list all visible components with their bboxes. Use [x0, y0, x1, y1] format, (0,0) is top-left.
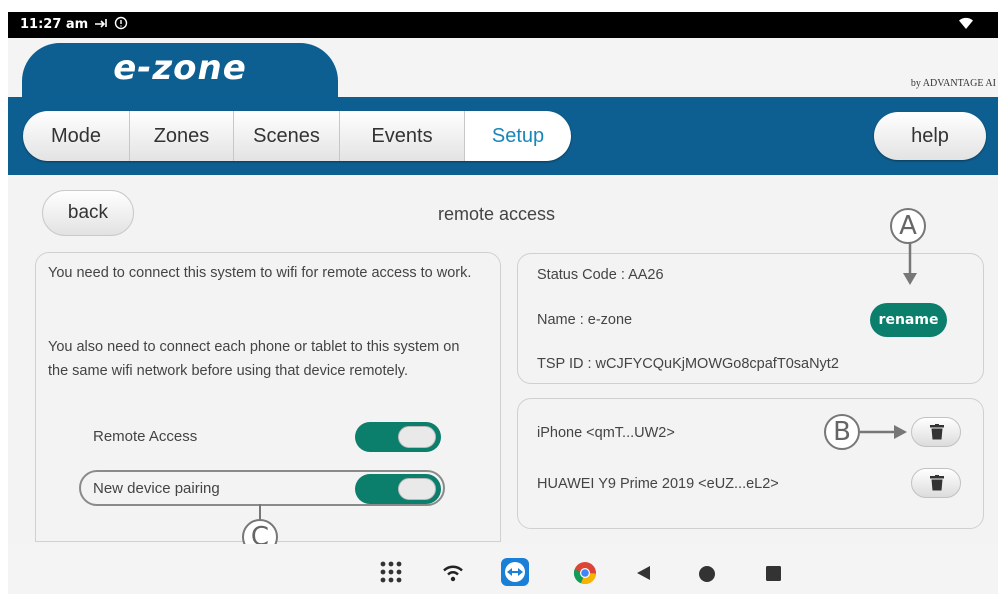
rename-button[interactable]: rename	[870, 303, 947, 337]
arrow-down-icon	[903, 243, 917, 285]
nav-home-icon[interactable]	[698, 565, 716, 588]
paired-devices-panel	[517, 398, 984, 529]
wifi-full-icon	[958, 16, 974, 33]
page-title: remote access	[438, 204, 556, 224]
delete-device-button[interactable]	[911, 468, 961, 498]
app-logo: e-zone	[113, 48, 247, 88]
toggle-knob	[398, 478, 436, 500]
nav-recents-icon[interactable]	[766, 566, 781, 586]
main-tabs: Mode Zones Scenes Events Setup	[23, 111, 571, 161]
device-name-iphone: iPhone <qmT...UW2>	[537, 425, 675, 441]
wifi-instruction-text: You need to connect this system to wifi …	[48, 265, 472, 281]
teamviewer-icon[interactable]	[501, 558, 529, 591]
remote-access-label: Remote Access	[93, 428, 198, 445]
system-name-text: Name : e-zone	[537, 312, 633, 328]
toggle-knob	[398, 426, 436, 448]
tab-mode[interactable]: Mode	[23, 111, 130, 161]
help-button[interactable]: help	[874, 112, 986, 160]
tsp-id-text: TSP ID : wCJFYCQuKjMOWGo8cpafT0saNyt2	[537, 356, 839, 372]
tab-setup[interactable]: Setup	[465, 111, 571, 161]
callout-a: A	[890, 208, 926, 244]
delete-device-button[interactable]	[911, 417, 961, 447]
status-time: 11:27 am	[20, 17, 89, 32]
signal-arrows-icon	[94, 16, 110, 33]
trash-icon	[930, 424, 944, 440]
alert-circle-icon	[114, 16, 128, 33]
device-name-huawei: HUAWEI Y9 Prime 2019 <eUZ...eL2>	[537, 476, 779, 492]
wifi-icon[interactable]	[442, 564, 464, 587]
remote-access-toggle[interactable]	[355, 422, 441, 452]
chrome-icon[interactable]	[573, 561, 597, 590]
status-code-text: Status Code : AA26	[537, 267, 664, 283]
trash-icon	[930, 475, 944, 491]
nav-back-icon[interactable]	[636, 565, 652, 586]
brand-label: by ADVANTAGE AI	[910, 78, 996, 89]
new-device-pairing-toggle[interactable]	[355, 474, 441, 504]
back-button[interactable]: back	[42, 190, 134, 236]
tab-scenes[interactable]: Scenes	[234, 111, 340, 161]
arrow-right-icon	[860, 425, 907, 439]
status-bar: 11:27 am	[8, 12, 998, 38]
app-grid-icon[interactable]	[380, 561, 402, 588]
new-device-pairing-label: New device pairing	[93, 480, 220, 497]
callout-b: B	[824, 414, 860, 450]
tab-zones[interactable]: Zones	[130, 111, 234, 161]
tab-events[interactable]: Events	[340, 111, 465, 161]
device-instruction-text: You also need to connect each phone or t…	[48, 339, 460, 379]
